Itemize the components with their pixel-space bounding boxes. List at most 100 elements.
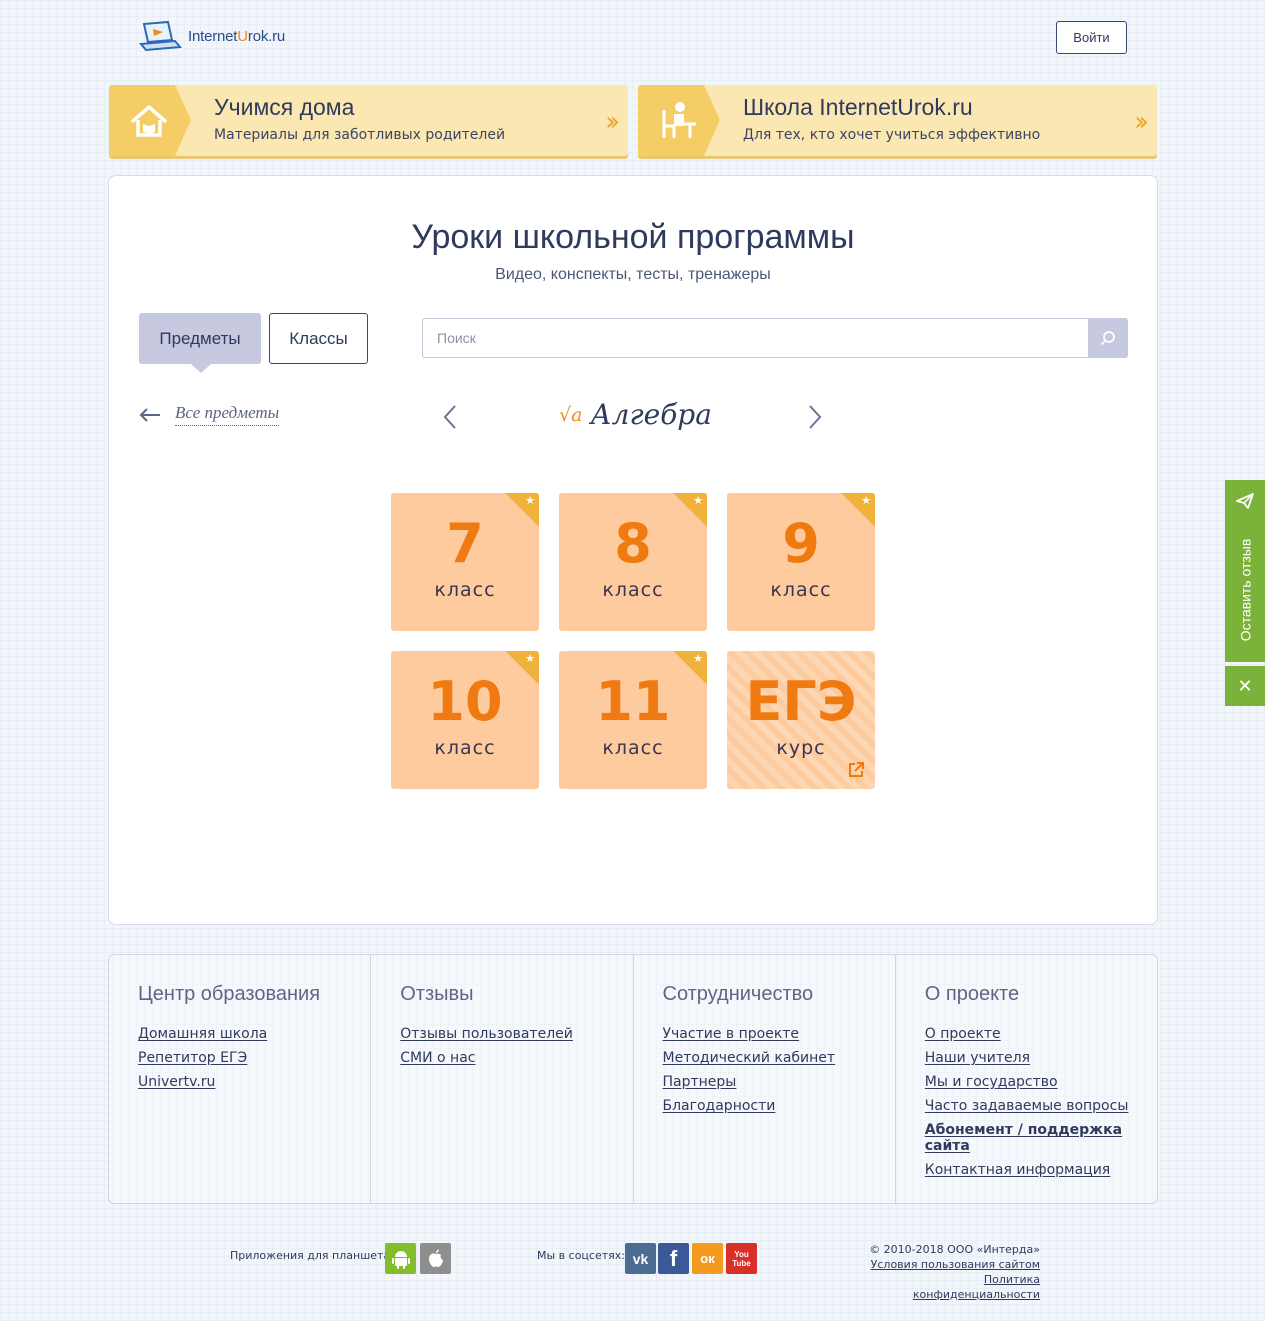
facebook-icon: f <box>669 1245 678 1271</box>
all-subjects-link[interactable]: Все предметы <box>139 403 280 426</box>
tile-number: 8 <box>614 512 652 575</box>
ege-course-tile[interactable]: ЕГЭ курс <box>727 651 875 789</box>
search-icon <box>1101 331 1115 345</box>
chevron-left-icon <box>443 405 456 429</box>
arrow-left-icon <box>139 407 160 422</box>
search-button[interactable] <box>1088 318 1128 358</box>
feedback-label: Оставить отзыв <box>1237 538 1253 642</box>
tile-caption: класс <box>602 579 664 601</box>
star-badge: ★ <box>505 651 539 685</box>
terms-link[interactable]: Условия пользования сайтом <box>860 1257 1040 1272</box>
tile-number: 10 <box>427 670 503 733</box>
tile-number: 11 <box>595 670 671 733</box>
footer-link[interactable]: СМИ о нас <box>400 1050 632 1066</box>
subject-name: Алгебра <box>590 398 712 431</box>
site-logo[interactable]: InternetUrok.ru <box>138 20 285 52</box>
footer-link[interactable]: Участие в проекте <box>663 1026 895 1042</box>
tab-subjects[interactable]: Предметы <box>139 313 261 373</box>
ios-app-button[interactable] <box>420 1243 451 1274</box>
footer-links: Центр образования Домашняя школа Репетит… <box>108 954 1158 1204</box>
banner-title: Школа InternetUrok.ru <box>743 94 973 120</box>
banner-icon-area <box>109 85 191 156</box>
footer-column-cooperation: Сотрудничество Участие в проекте Методич… <box>634 955 896 1203</box>
grade-tile-7[interactable]: ★ 7 класс <box>391 493 539 631</box>
privacy-link[interactable]: Политика конфиденциальности <box>860 1272 1040 1302</box>
grade-tile-11[interactable]: ★ 11 класс <box>559 651 707 789</box>
footer-link[interactable]: Партнеры <box>663 1074 895 1090</box>
page-subtitle: Видео, конспекты, тесты, тренажеры <box>495 266 771 283</box>
lessons-card: Уроки школьной программы Видео, конспект… <box>108 175 1158 925</box>
tile-number: 7 <box>446 512 484 575</box>
next-subject-button[interactable] <box>807 404 823 434</box>
footer-link-subscription[interactable]: Абонемент / поддержка сайта <box>925 1122 1157 1154</box>
search-input[interactable] <box>422 318 1089 358</box>
banner-home-learning[interactable]: Учимся дома Материалы для заботливых род… <box>109 85 628 156</box>
login-button[interactable]: Войти <box>1056 21 1127 54</box>
grade-tile-10[interactable]: ★ 10 класс <box>391 651 539 789</box>
copyright-block: © 2010-2018 ООО «Интерда» Условия пользо… <box>860 1242 1040 1302</box>
odnoklassniki-icon: ок <box>700 1251 715 1266</box>
android-icon <box>391 1250 410 1269</box>
logo-text: InternetUrok.ru <box>188 27 286 45</box>
house-icon <box>131 104 167 137</box>
external-link-icon <box>849 762 864 777</box>
tile-caption: класс <box>434 579 496 601</box>
footer-link[interactable]: Репетитор ЕГЭ <box>138 1050 370 1066</box>
tile-caption: класс <box>434 737 496 759</box>
star-icon: ★ <box>525 652 535 665</box>
android-app-button[interactable] <box>385 1243 416 1274</box>
footer-column-title: О проекте <box>924 983 1020 1005</box>
tile-number: 9 <box>782 512 820 575</box>
feedback-close-button[interactable]: ✕ <box>1225 666 1265 706</box>
footer-link[interactable]: Контактная информация <box>925 1162 1157 1178</box>
page-title: Уроки школьной программы <box>411 218 855 256</box>
footer-link[interactable]: О проекте <box>925 1026 1157 1042</box>
vk-button[interactable]: vk <box>625 1243 656 1274</box>
grade-tile-8[interactable]: ★ 8 класс <box>559 493 707 631</box>
star-icon: ★ <box>525 494 535 507</box>
grade-tile-9[interactable]: ★ 9 класс <box>727 493 875 631</box>
feedback-tab[interactable]: Оставить отзыв <box>1225 480 1265 662</box>
footer-link[interactable]: Отзывы пользователей <box>400 1026 632 1042</box>
chevron-right-icon <box>809 405 822 429</box>
footer-link[interactable]: Наши учителя <box>925 1050 1157 1066</box>
footer-column-title: Сотрудничество <box>662 983 814 1005</box>
previous-subject-button[interactable] <box>442 404 458 434</box>
banner-school[interactable]: Школа InternetUrok.ru Для тех, кто хочет… <box>638 85 1157 156</box>
tile-caption: класс <box>770 579 832 601</box>
footer-column-title: Центр образования <box>138 983 321 1005</box>
star-icon: ★ <box>861 494 871 507</box>
close-icon: ✕ <box>1237 675 1253 697</box>
vk-icon: vk <box>632 1250 649 1267</box>
star-badge: ★ <box>673 493 707 527</box>
paper-plane-icon <box>1236 493 1254 509</box>
apple-icon <box>428 1249 443 1267</box>
facebook-button[interactable]: f <box>658 1243 689 1274</box>
algebra-icon: √a <box>559 403 583 426</box>
tab-classes[interactable]: Классы <box>269 313 368 364</box>
current-subject: √a Алгебра <box>559 398 712 431</box>
tile-caption: курс <box>776 737 826 759</box>
footer-column-education: Центр образования Домашняя школа Репетит… <box>109 955 372 1203</box>
footer-link[interactable]: Благодарности <box>663 1098 895 1114</box>
footer-link[interactable]: Univertv.ru <box>138 1074 370 1090</box>
footer-link[interactable]: Мы и государство <box>925 1074 1157 1090</box>
footer-link[interactable]: Часто задаваемые вопросы <box>925 1098 1157 1114</box>
banner-title: Учимся дома <box>214 94 355 120</box>
odnoklassniki-button[interactable]: ок <box>692 1243 723 1274</box>
footer-column-reviews: Отзывы Отзывы пользователей СМИ о нас <box>371 955 634 1203</box>
feedback-label-wrap: Оставить отзыв <box>1225 525 1265 655</box>
tile-caption: класс <box>602 737 664 759</box>
footer-link[interactable]: Методический кабинет <box>663 1050 895 1066</box>
double-chevron-right-icon: ›› <box>1134 107 1149 137</box>
laptop-logo-icon <box>139 20 182 52</box>
star-badge: ★ <box>841 493 875 527</box>
banner-subtitle: Материалы для заботливых родителей <box>214 127 506 143</box>
youtube-icon-bottom: Tube <box>732 1258 751 1268</box>
star-badge: ★ <box>505 493 539 527</box>
banner-subtitle: Для тех, кто хочет учиться эффективно <box>743 127 1041 143</box>
youtube-icon-top: You <box>734 1249 749 1259</box>
youtube-button[interactable]: You Tube <box>726 1243 757 1274</box>
footer-column-title: Отзывы <box>400 983 474 1005</box>
footer-link[interactable]: Домашняя школа <box>138 1026 370 1042</box>
